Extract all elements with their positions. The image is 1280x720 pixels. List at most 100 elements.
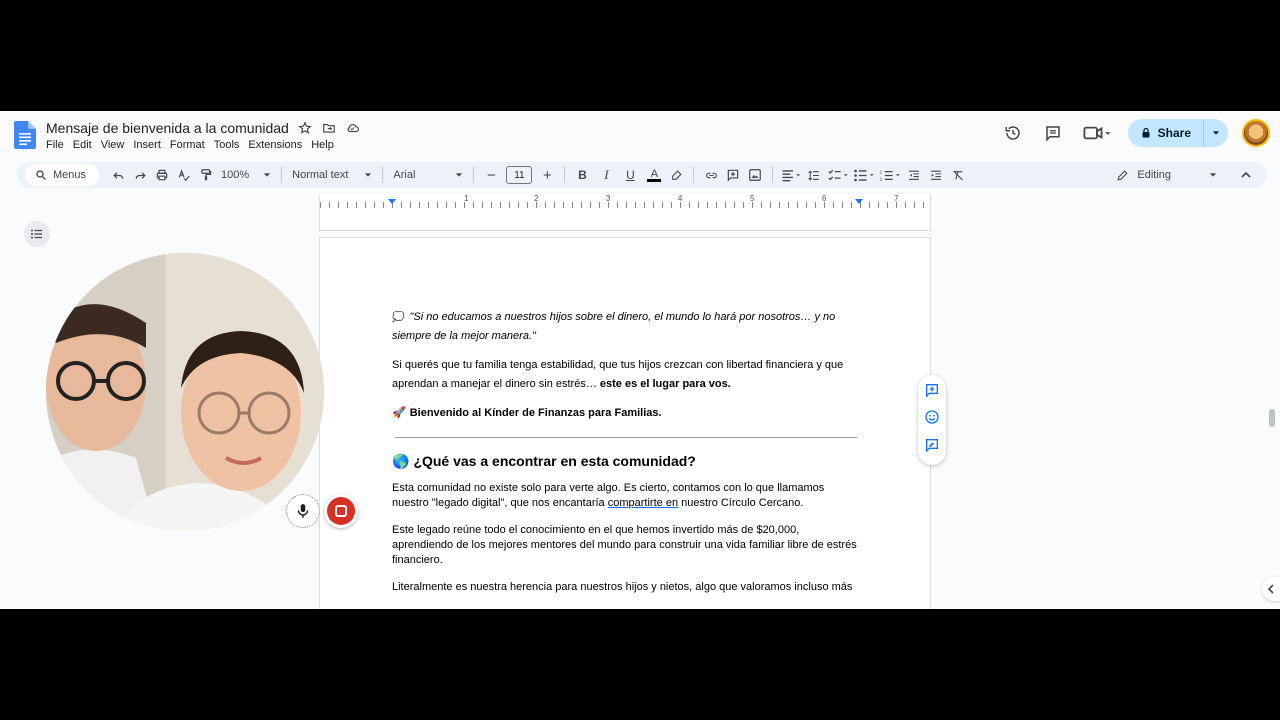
intro-paragraph: Si querés que tu familia tenga estabilid…	[392, 356, 860, 394]
align-icon[interactable]	[779, 164, 803, 186]
webcam-bubble[interactable]	[46, 253, 324, 531]
left-indent-marker[interactable]	[388, 199, 396, 204]
chevron-down-icon	[456, 173, 463, 177]
side-panel-toggle[interactable]	[1262, 577, 1280, 601]
meet-icon[interactable]	[1080, 120, 1114, 146]
zoom-value: 100%	[221, 169, 250, 181]
redo-icon[interactable]	[129, 164, 151, 186]
svg-text:2: 2	[880, 176, 883, 181]
section-heading: 🌎 ¿Qué vas a encontrar en esta comunidad?	[392, 452, 860, 471]
insert-image-icon[interactable]	[744, 164, 766, 186]
ruler[interactable]: 1 2 3 4 5 6 7	[319, 194, 931, 231]
toolbar-divider	[693, 167, 695, 183]
emoji-reaction-icon[interactable]	[924, 409, 940, 430]
print-icon[interactable]	[151, 164, 173, 186]
history-icon[interactable]	[1000, 120, 1026, 146]
avatar[interactable]	[1242, 119, 1270, 147]
rocket-icon: 🚀	[392, 407, 406, 419]
right-indent-marker[interactable]	[855, 199, 863, 204]
line-spacing-icon[interactable]	[803, 164, 825, 186]
font-select[interactable]: Arial	[389, 169, 467, 181]
menu-bar: File Edit View Insert Format Tools Exten…	[46, 139, 343, 151]
document-body[interactable]: 💭 "Si no educamos a nuestros hijos sobre …	[392, 308, 860, 607]
stop-recording-button[interactable]	[324, 494, 358, 528]
paint-format-icon[interactable]	[195, 164, 217, 186]
menu-file[interactable]: File	[46, 139, 70, 151]
recording-controls	[286, 494, 358, 528]
increase-font-size-icon[interactable]: +	[536, 164, 558, 186]
menu-insert[interactable]: Insert	[133, 139, 167, 151]
title-row: Mensaje de bienvenida a la comunidad	[46, 120, 361, 136]
add-comment-icon[interactable]	[924, 382, 940, 403]
bulleted-list-icon[interactable]	[851, 164, 877, 186]
microphone-icon	[297, 504, 309, 518]
quote-line-2: siempre de la mejor manera."	[392, 330, 536, 342]
clear-formatting-icon[interactable]	[947, 164, 969, 186]
section-heading-text: ¿Qué vas a encontrar en esta comunidad?	[413, 453, 696, 469]
community-line-2: nuestro "legado digital", que nos encant…	[392, 497, 608, 509]
header-actions: Share	[1000, 119, 1270, 147]
style-select[interactable]: Normal text	[288, 169, 376, 181]
document-page[interactable]: 💭 "Si no educamos a nuestros hijos sobre …	[319, 237, 931, 609]
style-value: Normal text	[292, 169, 349, 181]
webcam-feed	[46, 253, 324, 531]
menu-format[interactable]: Format	[170, 139, 211, 151]
docs-logo-icon[interactable]	[14, 121, 36, 149]
legacy-paragraph: Este legado reúne todo el conocimiento e…	[392, 524, 857, 566]
collapse-menus-icon[interactable]	[1235, 164, 1257, 186]
move-folder-icon[interactable]	[321, 120, 337, 136]
share-divider	[1203, 119, 1204, 147]
add-comment-icon[interactable]	[722, 164, 744, 186]
cloud-saved-icon[interactable]	[345, 120, 361, 136]
intro-line-2: aprendan a manejar el dinero sin estrés…	[392, 378, 600, 390]
intro-bold: este es el lugar para vos.	[599, 378, 731, 390]
toolbar: Menus 100% Normal text Arial − 11 + B I …	[17, 162, 1267, 188]
zoom-select[interactable]: 100%	[217, 169, 275, 181]
scrollbar-thumb[interactable]	[1269, 409, 1275, 427]
spelling-suggestion[interactable]: compartirte en	[608, 497, 678, 509]
document-outline-icon[interactable]	[24, 221, 50, 247]
toolbar-divider	[281, 167, 283, 183]
menu-view[interactable]: View	[101, 139, 131, 151]
menu-extensions[interactable]: Extensions	[248, 139, 308, 151]
undo-icon[interactable]	[107, 164, 129, 186]
doc-title[interactable]: Mensaje de bienvenida a la comunidad	[46, 120, 289, 136]
editing-mode-select[interactable]: Editing	[1116, 169, 1217, 182]
spellcheck-icon[interactable]	[173, 164, 195, 186]
comment-icon[interactable]	[1040, 120, 1066, 146]
underline-icon[interactable]: U	[619, 164, 641, 186]
menus-search[interactable]: Menus	[25, 164, 99, 186]
community-line-1: Esta comunidad no existe solo para verte…	[392, 482, 825, 494]
floating-actions	[918, 375, 946, 465]
toolbar-divider	[564, 167, 566, 183]
decrease-font-size-icon[interactable]: −	[480, 164, 502, 186]
speech-bubble-icon: 💭	[392, 312, 405, 323]
text-color-icon[interactable]: A	[643, 164, 665, 186]
suggest-edits-icon[interactable]	[924, 437, 940, 458]
font-size-input[interactable]: 11	[506, 166, 533, 184]
ruler-ticks	[320, 202, 930, 208]
globe-icon: 🌎	[392, 453, 410, 469]
italic-icon[interactable]: I	[595, 164, 617, 186]
numbered-list-icon[interactable]: 12	[877, 164, 903, 186]
checklist-icon[interactable]	[825, 164, 851, 186]
link-icon[interactable]	[700, 164, 722, 186]
decrease-indent-icon[interactable]	[903, 164, 925, 186]
menu-tools[interactable]: Tools	[214, 139, 246, 151]
microphone-button[interactable]	[286, 494, 320, 528]
menu-edit[interactable]: Edit	[73, 139, 98, 151]
chevron-down-icon[interactable]	[1212, 129, 1220, 137]
intro-line-1: Si querés que tu familia tenga estabilid…	[392, 359, 844, 371]
menu-help[interactable]: Help	[311, 139, 340, 151]
bold-icon[interactable]: B	[571, 164, 593, 186]
chevron-down-icon	[1209, 173, 1217, 177]
share-button[interactable]: Share	[1127, 119, 1228, 147]
welcome-text: Bienvenido al Kínder de Finanzas para Fa…	[409, 407, 662, 419]
increase-indent-icon[interactable]	[925, 164, 947, 186]
search-icon	[36, 170, 46, 180]
star-icon[interactable]	[297, 120, 313, 136]
chevron-left-icon	[1267, 584, 1274, 594]
quote-line-1: "Si no educamos a nuestros hijos sobre e…	[409, 311, 836, 323]
toolbar-divider	[473, 167, 475, 183]
highlight-icon[interactable]	[665, 164, 687, 186]
